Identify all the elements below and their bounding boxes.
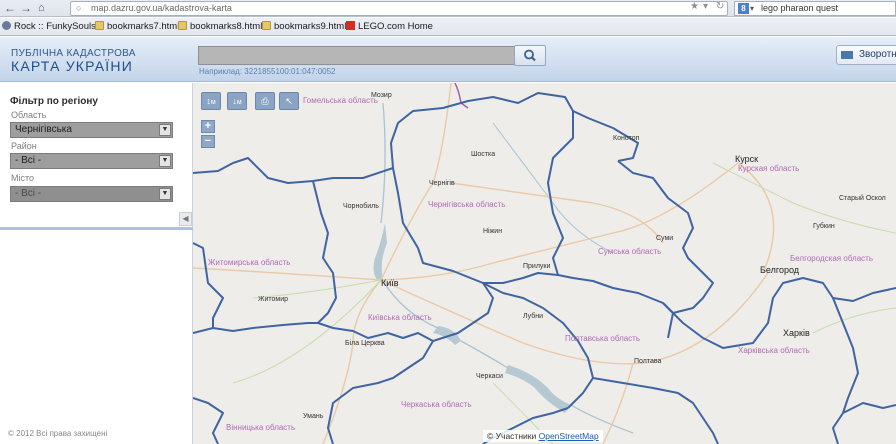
site-title-line2: КАРТА УКРАЇНИ — [11, 58, 133, 74]
label-kyiv: Київ — [381, 278, 399, 288]
bookmark-lego[interactable]: LEGO.com Home — [346, 20, 433, 33]
folder-icon — [95, 21, 104, 30]
label-chernihiv: Чернігів — [429, 180, 455, 187]
bookmark-bookmarks9[interactable]: bookmarks9.html — [262, 20, 346, 33]
desna-river — [492, 122, 614, 254]
address-bar[interactable]: ○ map.dazru.gov.ua/kadastrova-karta — [70, 1, 728, 16]
map-attribution: © Участники OpenStreetMap — [483, 430, 603, 442]
sidebar-divider — [0, 227, 193, 230]
folder-icon — [178, 21, 187, 30]
site-icon — [2, 21, 11, 30]
label-chernobyl: Чорнобиль — [343, 203, 379, 210]
label-cherkasy: Черкаси — [476, 373, 503, 380]
label-chernihiv-obl: Чернігівська область — [428, 200, 506, 209]
star-icon[interactable]: ★ — [690, 1, 699, 12]
lego-icon — [346, 21, 355, 30]
copyright: © 2012 Всі права захищені — [8, 429, 108, 438]
envelope-icon — [841, 51, 853, 59]
reload-icon[interactable]: ↻ — [716, 1, 724, 12]
bookmark-rock[interactable]: Rock :: FunkySouls — [2, 20, 96, 33]
label-belarus-city: Мозир — [371, 92, 392, 99]
kremenchuk-reservoir — [505, 365, 571, 413]
search-query: lego pharaon quest — [761, 3, 839, 13]
cadastral-search-input[interactable] — [198, 46, 515, 65]
label-oskol: Губкин — [813, 223, 835, 230]
search-engine-dropdown-icon[interactable]: ▾ — [750, 2, 754, 15]
label-konotop: Конотоп — [613, 135, 640, 142]
home-icon[interactable]: ⌂ — [38, 1, 45, 15]
city-label: Місто — [11, 173, 35, 183]
search-engine-icon[interactable]: 8 — [738, 3, 749, 14]
label-gomel-obl: Гомельська область — [303, 96, 378, 105]
print-icon[interactable]: ⎙ — [255, 92, 275, 110]
label-poltava: Полтава — [634, 358, 662, 365]
dnipro-river — [380, 102, 634, 434]
forward-icon[interactable]: → — [20, 1, 32, 15]
filter-title: Фільтр по регіону — [10, 96, 98, 107]
label-vinnytsia-obl: Вінницька область — [226, 423, 296, 432]
rayon-label: Район — [11, 141, 37, 151]
label-zhytomyr-obl: Житомирська область — [208, 258, 291, 267]
feedback-button[interactable]: Зворотній зв'язок — [836, 45, 896, 65]
label-kyiv-obl: Київська область — [368, 313, 432, 322]
oblast-label: Область — [11, 110, 47, 120]
measure-length-tool[interactable]: ↕м — [201, 92, 221, 110]
site-identity-icon[interactable]: ○ — [76, 2, 81, 15]
label-kursk: Курск — [735, 154, 759, 164]
dropdown-icon[interactable]: ▾ — [703, 1, 708, 12]
search-bar[interactable]: 8 ▾ lego pharaon quest — [734, 1, 896, 16]
label-poltava-obl: Полтавська область — [565, 334, 641, 343]
label-stary-oskol: Старый Оскол — [839, 195, 886, 202]
osm-link[interactable]: OpenStreetMap — [539, 431, 599, 441]
chevron-down-icon: ▼ — [159, 188, 171, 200]
chevron-down-icon: ▼ — [159, 155, 171, 167]
label-nizhyn: Ніжин — [483, 228, 503, 235]
map-canvas[interactable]: ↕м ↓м ⎙ ↖ + − Гомельська область Мозир К… — [193, 83, 896, 444]
label-kurskaya: Курская область — [738, 164, 800, 173]
oblast-select[interactable]: Чернігівська ▼ — [10, 122, 173, 138]
chevron-down-icon: ▼ — [159, 124, 171, 136]
city-select[interactable]: - Всі - ▼ — [10, 186, 173, 202]
rayon-select[interactable]: - Всі - ▼ — [10, 153, 173, 169]
label-kharkiv-obl: Харківська область — [738, 346, 810, 355]
collapse-sidebar-button[interactable]: ◀ — [179, 212, 192, 226]
label-sumy-obl: Сумська область — [598, 247, 662, 256]
zoom-in-button[interactable]: + — [201, 120, 215, 133]
pointer-icon[interactable]: ↖ — [279, 92, 299, 110]
app-header: ПУБЛІЧНА КАДАСТРОВА КАРТА УКРАЇНИ Наприк… — [0, 37, 896, 82]
label-bila-tserkva: Біла Церква — [345, 340, 385, 347]
browser-toolbar: ← → ⌂ ○ map.dazru.gov.ua/kadastrova-kart… — [0, 0, 896, 17]
label-pryluky: Прилуки — [523, 263, 551, 270]
measure-area-tool[interactable]: ↓м — [227, 92, 247, 110]
search-hint: Наприклад: 3221855100:01:047:0052 — [199, 67, 336, 76]
label-belgorod: Белгород — [760, 265, 800, 275]
label-kharkiv: Харків — [783, 328, 810, 338]
bookmark-bookmarks8[interactable]: bookmarks8.html — [178, 20, 262, 33]
bookmark-bookmarks7[interactable]: bookmarks7.html — [95, 20, 179, 33]
label-cherkasy-obl: Черкаська область — [401, 400, 472, 409]
label-shostka: Шостка — [471, 151, 496, 158]
label-sumy: Суми — [656, 235, 674, 242]
zoom-out-button[interactable]: − — [201, 135, 215, 148]
bookmarks-toolbar: Rock :: FunkySouls bookmarks7.html bookm… — [0, 18, 896, 36]
search-button[interactable] — [514, 45, 546, 66]
label-belgorodskaya: Белгородская область — [790, 254, 873, 263]
label-zhytomyr: Житомир — [258, 296, 289, 303]
search-icon — [524, 49, 536, 62]
label-uman: Умань — [303, 413, 324, 420]
label-lubny: Лубни — [523, 313, 544, 320]
address-text: map.dazru.gov.ua/kadastrova-karta — [91, 3, 232, 13]
folder-icon — [262, 21, 271, 30]
back-icon[interactable]: ← — [4, 1, 16, 15]
sidebar: Фільтр по регіону Область Чернігівська ▼… — [0, 83, 193, 444]
